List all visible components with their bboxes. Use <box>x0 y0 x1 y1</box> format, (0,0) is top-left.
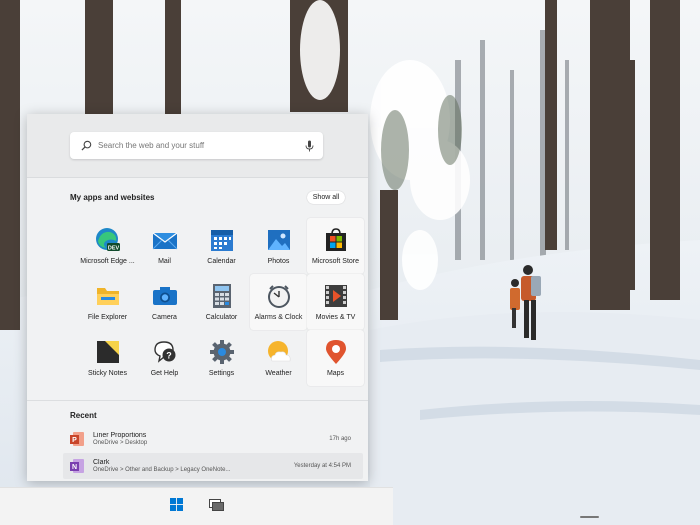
app-tile-get-help[interactable]: ? Get Help <box>136 330 193 386</box>
app-label: File Explorer <box>87 314 128 321</box>
task-view-icon <box>208 498 224 516</box>
app-label: Maps <box>326 370 345 377</box>
camera-icon <box>152 283 178 309</box>
edge-dev-icon: DEV <box>95 227 121 253</box>
recent-item-path: OneDrive > Desktop <box>93 440 148 446</box>
search-area <box>27 114 368 178</box>
app-label: Settings <box>208 370 235 377</box>
app-tile-maps[interactable]: Maps <box>307 330 364 386</box>
app-grid: DEV Microsoft Edge ... Mail Calendar Pho… <box>79 218 365 386</box>
recent-section-header: Recent <box>70 411 97 420</box>
task-view-button[interactable] <box>206 497 226 517</box>
search-icon <box>76 140 96 151</box>
app-label: Sticky Notes <box>88 370 127 377</box>
recent-item-name: Clark <box>93 459 110 466</box>
start-button[interactable] <box>166 497 186 517</box>
recent-item-time: Yesterday at 4:54 PM <box>293 463 351 469</box>
svg-text:P: P <box>72 437 77 444</box>
recent-item[interactable]: P Liner Proportions OneDrive > Desktop 1… <box>63 426 363 452</box>
recent-item-time: 17h ago <box>329 436 351 442</box>
app-label: Calendar <box>207 258 236 265</box>
weather-icon <box>266 339 292 365</box>
apps-section-header: My apps and websites <box>70 193 155 202</box>
svg-text:DEV: DEV <box>107 246 119 252</box>
help-icon: ? <box>152 339 178 365</box>
windows-logo-icon <box>169 498 183 516</box>
search-input[interactable] <box>96 132 299 159</box>
powerpoint-icon: P <box>69 431 85 447</box>
app-tile-calculator[interactable]: Calculator <box>193 274 250 330</box>
app-tile-photos[interactable]: Photos <box>250 218 307 274</box>
section-divider <box>27 400 368 401</box>
svg-text:N: N <box>72 464 77 471</box>
app-label: Microsoft Edge ... <box>80 258 135 265</box>
sticky-note-icon <box>95 339 121 365</box>
microphone-icon[interactable] <box>299 140 319 152</box>
app-tile-file-explorer[interactable]: File Explorer <box>79 274 136 330</box>
calendar-icon <box>209 227 235 253</box>
app-tile-edge-dev[interactable]: DEV Microsoft Edge ... <box>79 218 136 274</box>
app-label: Movies & TV <box>315 314 356 321</box>
gear-icon <box>209 339 235 365</box>
app-label: Get Help <box>150 370 179 377</box>
recent-item-path: OneDrive > Other and Backup > Legacy One… <box>93 467 231 473</box>
app-tile-weather[interactable]: Weather <box>250 330 307 386</box>
search-box[interactable] <box>70 132 323 159</box>
app-tile-camera[interactable]: Camera <box>136 274 193 330</box>
app-tile-alarms-clock[interactable]: Alarms & Clock <box>250 274 307 330</box>
film-icon <box>323 283 349 309</box>
show-all-button[interactable]: Show all <box>307 191 345 204</box>
calculator-icon <box>209 283 235 309</box>
mail-icon <box>152 227 178 253</box>
recent-item-name: Liner Proportions <box>93 432 147 439</box>
folder-icon <box>95 283 121 309</box>
app-label: Photos <box>267 258 290 265</box>
app-tile-microsoft-store[interactable]: Microsoft Store <box>307 218 364 274</box>
app-label: Camera <box>152 314 177 321</box>
app-tile-mail[interactable]: Mail <box>136 218 193 274</box>
onenote-icon: N <box>69 458 85 474</box>
store-icon <box>323 227 349 253</box>
home-indicator <box>580 516 599 518</box>
app-label: Alarms & Clock <box>254 314 303 321</box>
app-tile-sticky-notes[interactable]: Sticky Notes <box>79 330 136 386</box>
app-label: Mail <box>158 258 171 265</box>
app-tile-calendar[interactable]: Calendar <box>193 218 250 274</box>
svg-text:?: ? <box>166 351 172 361</box>
app-tile-movies-tv[interactable]: Movies & TV <box>307 274 364 330</box>
app-label: Calculator <box>205 314 238 321</box>
clock-icon <box>266 283 292 309</box>
photos-icon <box>266 227 292 253</box>
app-label: Weather <box>265 370 292 377</box>
app-label: Microsoft Store <box>311 258 360 265</box>
start-menu: My apps and websites Show all DEV Micros… <box>27 114 368 481</box>
taskbar <box>0 487 393 525</box>
map-pin-icon <box>323 339 349 365</box>
recent-item[interactable]: N Clark OneDrive > Other and Backup > Le… <box>63 453 363 479</box>
app-tile-settings[interactable]: Settings <box>193 330 250 386</box>
